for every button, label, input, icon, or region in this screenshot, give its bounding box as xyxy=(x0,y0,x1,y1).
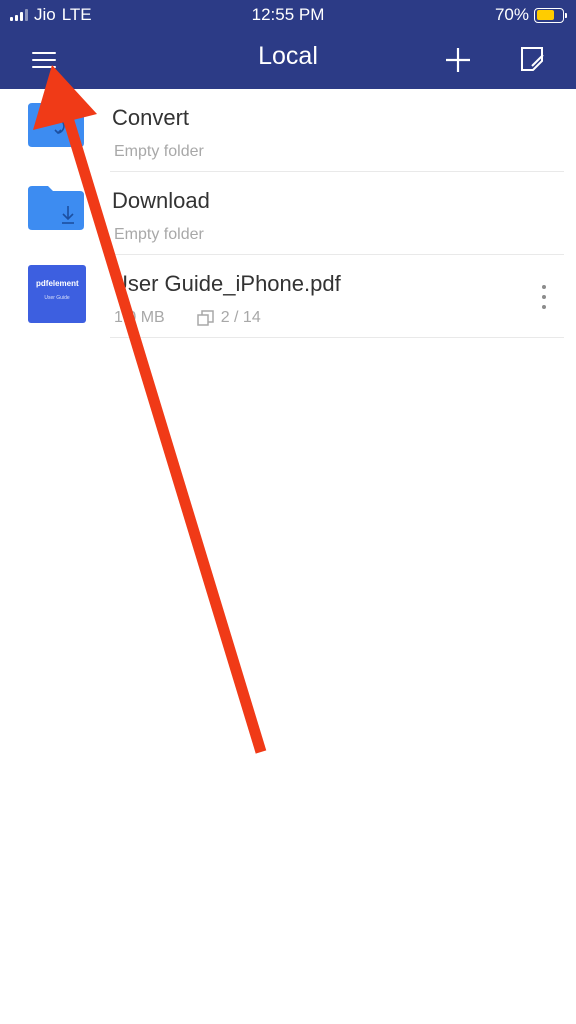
item-name: Convert xyxy=(112,105,190,130)
folder-download-icon xyxy=(28,186,84,230)
add-button[interactable] xyxy=(440,42,476,78)
folder-convert-icon xyxy=(28,103,84,147)
item-name: Download xyxy=(112,188,210,213)
item-meta: 1.0 MB 2 / 14 xyxy=(114,309,261,327)
page-count: 2 / 14 xyxy=(196,309,261,327)
list-item-convert[interactable]: Convert Empty folder xyxy=(0,89,576,172)
more-options-button[interactable] xyxy=(534,281,554,315)
item-name: User Guide_iPhone.pdf xyxy=(112,271,341,296)
battery-icon xyxy=(534,7,567,23)
status-right: 70% xyxy=(494,5,567,25)
pdf-thumbnail: pdfelement User Guide xyxy=(28,265,86,323)
divider xyxy=(110,337,564,338)
file-size: 1.0 MB xyxy=(114,309,165,326)
status-time: 12:55 PM xyxy=(251,5,325,24)
page-count-label: 2 / 14 xyxy=(220,309,261,326)
edit-icon xyxy=(521,47,544,71)
battery-fill xyxy=(536,10,554,20)
pages-icon xyxy=(196,310,214,326)
plus-icon xyxy=(446,48,470,72)
edit-button[interactable] xyxy=(514,42,550,78)
pdf-thumbnail-subtitle: User Guide xyxy=(44,295,70,301)
pdf-thumbnail-logo: pdfelement xyxy=(36,279,79,288)
page-title: Local xyxy=(258,42,318,70)
list-item-pdf[interactable]: pdfelement User Guide User Guide_iPhone.… xyxy=(0,255,576,338)
more-vertical-icon xyxy=(542,285,546,289)
file-list: Convert Empty folder Download Empty fold… xyxy=(0,89,576,338)
battery-percent: 70% xyxy=(494,5,529,24)
status-bar: Jio LTE 12:55 PM 70% xyxy=(0,0,576,28)
item-subtitle: Empty folder xyxy=(114,226,204,243)
item-subtitle: Empty folder xyxy=(114,143,204,160)
list-item-download[interactable]: Download Empty folder xyxy=(0,172,576,255)
nav-bar: Local xyxy=(0,28,576,89)
